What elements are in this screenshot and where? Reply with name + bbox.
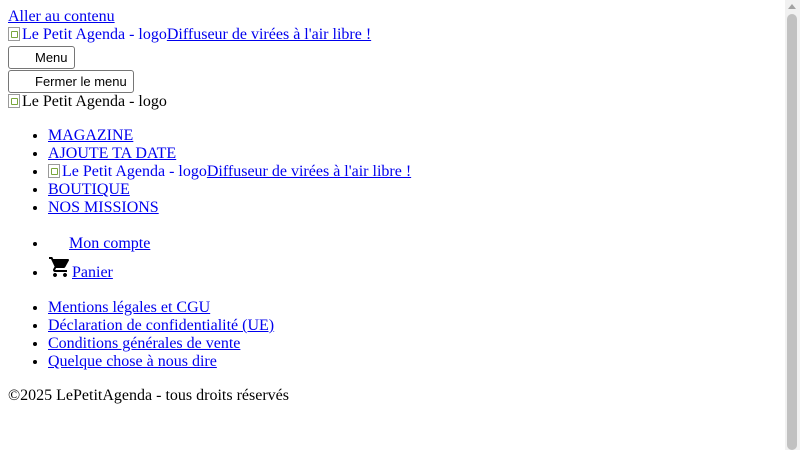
legal-item-cgv: Conditions générales de vente [48, 335, 783, 353]
legal-item-confidentialite: Déclaration de confidentialité (UE) [48, 317, 783, 335]
cart-link[interactable]: Panier [48, 257, 113, 281]
legal-link-cgv[interactable]: Conditions générales de vente [48, 335, 240, 352]
nav-item-magazine: MAGAZINE [48, 127, 783, 145]
legal-link-confidentialite[interactable]: Déclaration de confidentialité (UE) [48, 317, 274, 334]
nav-logo-image: Le Petit Agenda - logo [48, 163, 207, 181]
skip-link-row: Aller au contenu [8, 8, 783, 26]
broken-image-icon [48, 164, 60, 178]
account-item-mon-compte: Mon compte [48, 235, 783, 253]
skip-to-content-link[interactable]: Aller au contenu [8, 8, 115, 25]
my-account-link[interactable]: Mon compte [69, 235, 150, 252]
main-nav: MAGAZINE AJOUTE TA DATE Le Petit Agenda … [8, 127, 783, 217]
legal-nav: Mentions légales et CGU Déclaration de c… [8, 299, 783, 371]
nav-link-nos-missions[interactable]: NOS MISSIONS [48, 199, 159, 216]
nav-logo-link[interactable]: Le Petit Agenda - logoDiffuseur de virée… [48, 163, 411, 180]
nav-item-logo: Le Petit Agenda - logoDiffuseur de virée… [48, 163, 783, 181]
page-content: Aller au contenu Le Petit Agenda - logoD… [8, 8, 783, 405]
close-menu-button[interactable]: Fermer le menu [8, 70, 134, 93]
nav-tagline: Diffuseur de virées à l'air libre ! [206, 163, 412, 180]
header-logo-image: Le Petit Agenda - logo [8, 26, 167, 44]
scroll-up-arrow-icon[interactable] [788, 4, 796, 9]
copyright-text: ©2025 LePetitAgenda - tous droits réserv… [8, 387, 289, 404]
nav-link-boutique[interactable]: BOUTIQUE [48, 181, 130, 198]
menu-logo-row: Le Petit Agenda - logo [8, 93, 783, 111]
account-nav: Mon compte Panier [8, 235, 783, 283]
nav-item-boutique: BOUTIQUE [48, 181, 783, 199]
shopping-cart-icon [49, 257, 70, 277]
legal-link-mentions[interactable]: Mentions légales et CGU [48, 299, 210, 316]
legal-item-contact: Quelque chose à nous dire [48, 353, 783, 371]
scrollbar-thumb[interactable] [787, 14, 797, 450]
nav-item-ajoute-ta-date: AJOUTE TA DATE [48, 145, 783, 163]
header-logo-link[interactable]: Le Petit Agenda - logoDiffuseur de virée… [8, 26, 371, 43]
menu-logo-image: Le Petit Agenda - logo [8, 93, 167, 111]
menu-button[interactable]: Menu [8, 46, 75, 69]
broken-image-icon [8, 27, 20, 41]
vertical-scrollbar[interactable] [785, 0, 800, 450]
legal-item-mentions: Mentions légales et CGU [48, 299, 783, 317]
nav-link-ajoute-ta-date[interactable]: AJOUTE TA DATE [48, 145, 176, 162]
legal-link-contact[interactable]: Quelque chose à nous dire [48, 353, 217, 370]
header-tagline: Diffuseur de virées à l'air libre ! [166, 26, 372, 43]
account-item-panier: Panier [48, 255, 783, 283]
header-logo-row: Le Petit Agenda - logoDiffuseur de virée… [8, 26, 783, 44]
nav-item-nos-missions: NOS MISSIONS [48, 199, 783, 217]
broken-image-icon [8, 94, 20, 108]
nav-link-magazine[interactable]: MAGAZINE [48, 127, 133, 144]
